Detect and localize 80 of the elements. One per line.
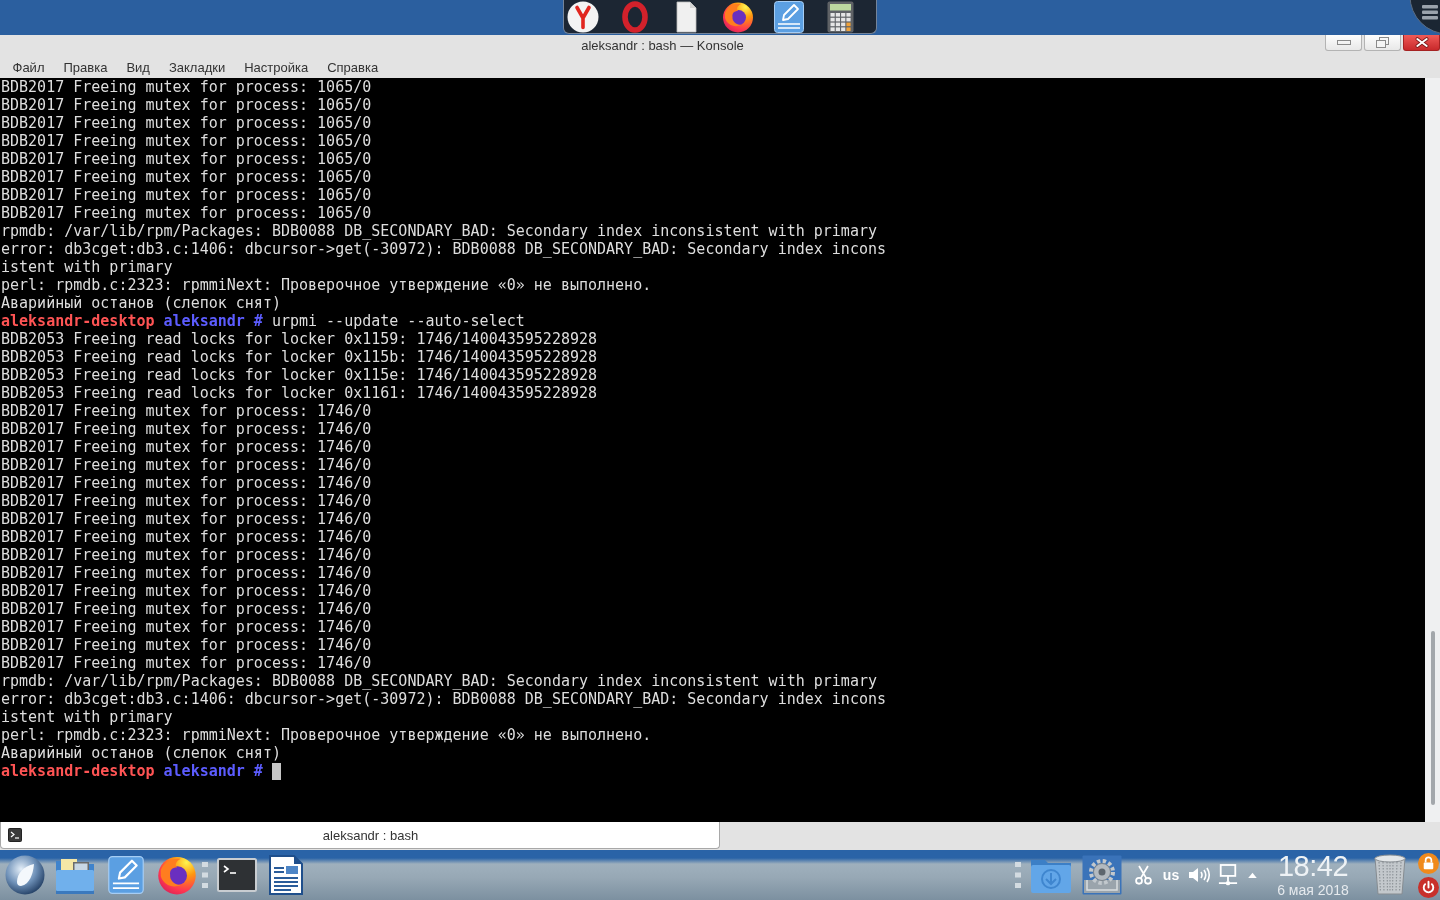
menu-item[interactable]: Файл (3, 57, 54, 77)
menu-item[interactable]: Настройка (234, 57, 318, 77)
pencil-note-icon[interactable] (774, 0, 805, 33)
close-button[interactable] (1403, 35, 1440, 51)
prompt-hostname: aleksandr-desktop (1, 312, 155, 330)
prompt-directory: aleksandr (163, 762, 245, 780)
terminal-command: urpmi --update --auto-select (271, 312, 525, 330)
terminal-line: istent with primary (1, 708, 174, 726)
terminal-line: BDB2017 Freeing mutex for process: 1746/0 (1, 600, 373, 618)
lock-icon[interactable] (1417, 852, 1439, 874)
document-icon[interactable] (269, 855, 303, 895)
volume-icon[interactable] (1187, 866, 1211, 884)
terminal-line: BDB2017 Freeing mutex for process: 1746/0 (1, 510, 373, 528)
y-mark-icon[interactable] (567, 0, 599, 33)
terminal-line: perl: rpmdb.c:2323: rpmmiNext: Проверочное утверждение «0» не выполнено. (1, 726, 653, 744)
terminal-line: error: db3cget:db3.c:1406: dbcursor->get(-30972): BDB0088 DB_SECONDARY_BAD: Secondary index incons (1, 240, 887, 258)
terminal-line: BDB2017 Freeing mutex for process: 1065/0 (1, 132, 373, 150)
menu-item[interactable]: Справка (317, 57, 388, 77)
terminal-icon (8, 828, 22, 842)
menu-item[interactable]: Вид (116, 57, 160, 77)
terminal-line: BDB2017 Freeing mutex for process: 1065/0 (1, 204, 373, 222)
terminal-line: rpmdb: /var/lib/rpm/Packages: BDB0088 DB_SECONDARY_BAD: Secondary index inconsistent with primary (1, 672, 878, 690)
minimize-icon (1336, 40, 1351, 45)
gear-icon[interactable] (1082, 855, 1122, 895)
terminal-line: BDB2017 Freeing mutex for process: 1065/0 (1, 186, 373, 204)
terminal-line: BDB2017 Freeing mutex for process: 1065/0 (1, 114, 373, 132)
ring-icon[interactable] (621, 0, 648, 33)
document-icon[interactable] (675, 0, 697, 33)
network-icon[interactable] (1218, 864, 1238, 886)
terminal-line: BDB2017 Freeing mutex for process: 1746/0 (1, 438, 373, 456)
terminal-line: BDB2017 Freeing mutex for process: 1746/0 (1, 636, 373, 654)
terminal-line: Аварийный останов (слепок снят) (1, 744, 282, 762)
terminal-line: BDB2017 Freeing mutex for process: 1065/0 (1, 78, 373, 96)
handle-dots-icon[interactable] (202, 862, 208, 888)
clock-date: 6 мая 2018 (1277, 882, 1349, 898)
prompt-hostname: aleksandr-desktop (1, 762, 155, 780)
terminal-line: BDB2053 Freeing read locks for locker 0x115e: 1746/140043595228928 (1, 366, 599, 384)
terminal-line: BDB2017 Freeing mutex for process: 1746/0 (1, 564, 373, 582)
scrollbar[interactable] (1425, 78, 1440, 822)
terminal-line: error: db3cget:db3.c:1406: dbcursor->get(-30972): BDB0088 DB_SECONDARY_BAD: Secondary index incons (1, 690, 887, 708)
terminal-line: perl: rpmdb.c:2323: rpmmiNext: Проверочное утверждение «0» не выполнено. (1, 276, 653, 294)
terminal-line: BDB2017 Freeing mutex for process: 1746/0 (1, 420, 373, 438)
terminal-line: BDB2017 Freeing mutex for process: 1746/0 (1, 528, 373, 546)
terminal-icon[interactable] (217, 858, 257, 892)
terminal-tab[interactable]: aleksandr : bash (0, 822, 720, 849)
terminal-line: BDB2053 Freeing read locks for locker 0x115b: 1746/140043595228928 (1, 348, 599, 366)
scrollbar-thumb[interactable] (1430, 631, 1435, 805)
prompt-directory: aleksandr (163, 312, 245, 330)
terminal-line: BDB2017 Freeing mutex for process: 1746/0 (1, 582, 373, 600)
restore-icon (1376, 37, 1389, 48)
flame-globe-icon[interactable] (156, 855, 197, 895)
terminal-line: BDB2017 Freeing mutex for process: 1746/0 (1, 402, 373, 420)
window-title: aleksandr : bash — Konsole (581, 38, 744, 53)
terminal-line: Аварийный останов (слепок снят) (1, 294, 282, 312)
terminal-line: istent with primary (1, 258, 174, 276)
scissors-icon[interactable] (1134, 865, 1152, 885)
terminal-line: BDB2017 Freeing mutex for process: 1065/0 (1, 150, 373, 168)
menu-item[interactable]: Правка (53, 57, 117, 77)
flame-globe-icon[interactable] (721, 0, 754, 33)
terminal-line: BDB2017 Freeing mutex for process: 1746/0 (1, 492, 373, 510)
trash-icon[interactable] (1374, 854, 1406, 896)
terminal-line: BDB2017 Freeing mutex for process: 1065/0 (1, 96, 373, 114)
terminal-line: BDB2017 Freeing mutex for process: 1746/0 (1, 654, 373, 672)
calculator-icon[interactable] (827, 0, 855, 33)
prompt-symbol: # (253, 312, 263, 330)
close-icon (1414, 37, 1429, 48)
terminal-line: rpmdb: /var/lib/rpm/Packages: BDB0088 DB_SECONDARY_BAD: Secondary index inconsistent with primary (1, 222, 878, 240)
minimize-button[interactable] (1325, 35, 1362, 51)
prompt-symbol: # (253, 762, 263, 780)
terminal-line: BDB2017 Freeing mutex for process: 1746/0 (1, 546, 373, 564)
handle-dots-icon[interactable] (1015, 862, 1021, 888)
terminal-line: BDB2017 Freeing mutex for process: 1065/0 (1, 168, 373, 186)
power-icon[interactable] (1417, 876, 1439, 898)
terminal-line: BDB2017 Freeing mutex for process: 1746/0 (1, 618, 373, 636)
terminal-line: BDB2017 Freeing mutex for process: 1746/0 (1, 456, 373, 474)
menu-item[interactable]: Закладки (159, 57, 235, 77)
terminal-line: BDB2053 Freeing read locks for locker 0x1159: 1746/140043595228928 (1, 330, 599, 348)
terminal-line: BDB2017 Freeing mutex for process: 1746/0 (1, 474, 373, 492)
orb-icon[interactable] (4, 855, 45, 895)
terminal-line: BDB2053 Freeing read locks for locker 0x1161: 1746/140043595228928 (1, 384, 599, 402)
